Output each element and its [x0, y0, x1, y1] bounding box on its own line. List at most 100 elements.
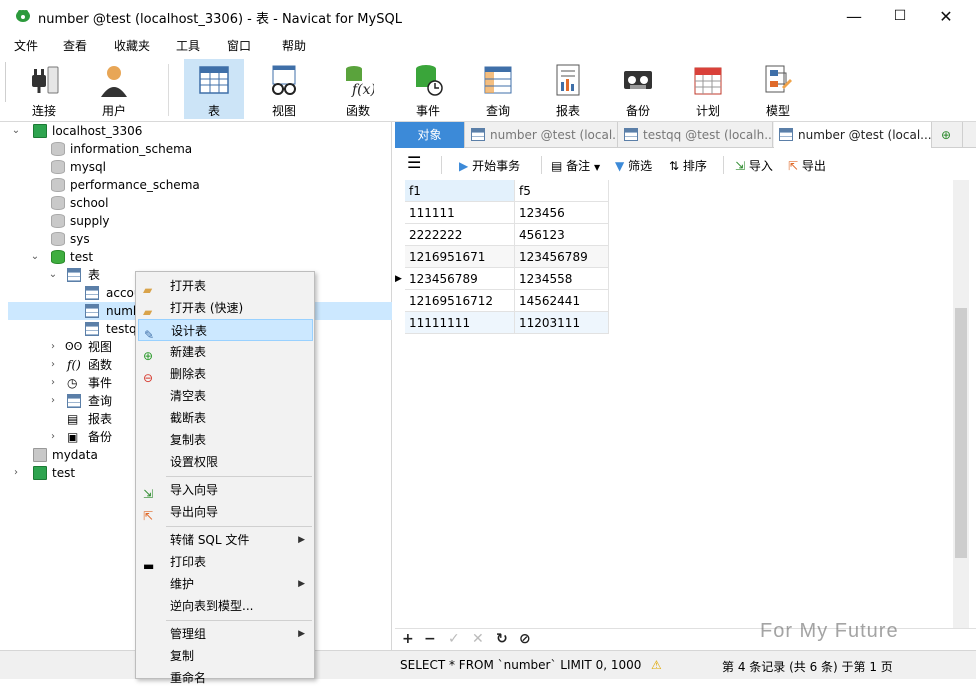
ctx-reverse-to-model[interactable]: 逆向表到模型... [138, 595, 313, 617]
note-button[interactable]: ▤ 备注 ▼ [551, 157, 600, 174]
ctx-import-wizard[interactable]: ⇲ 导入向导 [138, 479, 313, 501]
toolbar-function-button[interactable]: f(x) 函数 [328, 59, 388, 119]
grid-cell[interactable]: 123456 [515, 202, 609, 224]
collapse-arrow-icon[interactable]: ⌄ [10, 122, 22, 140]
toolbar-report-button[interactable]: 报表 [538, 59, 598, 119]
toolbar-model-button[interactable]: 模型 [748, 59, 808, 119]
ctx-manage-group[interactable]: 管理组 ▶ [138, 623, 313, 645]
collapse-arrow-icon[interactable]: ⌄ [47, 266, 59, 284]
ctx-export-wizard[interactable]: ⇱ 导出向导 [138, 501, 313, 523]
tree-db-performance-schema[interactable]: performance_schema [8, 176, 392, 194]
ctx-design-table[interactable]: ✎ 设计表 [138, 319, 313, 342]
ctx-dump-sql[interactable]: 转储 SQL 文件 ▶ [138, 529, 313, 551]
submenu-arrow-icon: ▶ [298, 579, 305, 589]
menu-view[interactable]: 查看 [63, 37, 87, 54]
toolbar-schedule-button[interactable]: 计划 [678, 59, 738, 119]
ctx-open-table[interactable]: ▰ 打开表 [138, 275, 313, 297]
toolbar-table-button[interactable]: 表 [184, 59, 244, 119]
tab-objects[interactable]: 对象 [395, 122, 465, 148]
ctx-open-table-quick[interactable]: ▰ 打开表 (快速) [138, 297, 313, 319]
collapse-arrow-icon[interactable]: ⌄ [29, 248, 41, 266]
menu-favorites[interactable]: 收藏夹 [114, 37, 150, 54]
toolbar-view-button[interactable]: 视图 [254, 59, 314, 119]
minimize-button[interactable]: — [831, 0, 877, 32]
toolbar-query-button[interactable]: 查询 [468, 59, 528, 119]
stop-icon[interactable]: ⊘ [519, 631, 531, 647]
ctx-truncate-table[interactable]: 截断表 [138, 407, 313, 429]
menu-help[interactable]: 帮助 [282, 37, 306, 54]
menu-tools[interactable]: 工具 [176, 37, 200, 54]
grid-cell[interactable]: 1216951671 [405, 246, 515, 268]
grid-cell[interactable]: 14562441 [515, 290, 609, 312]
data-toolbar: ☰ ▶ 开始事务 ▤ 备注 ▼ ▼ 筛选 ⇅ 排序 ⇲ 导入 ⇱ 导出 [395, 150, 976, 180]
grid-cell[interactable]: 11203111 [515, 312, 609, 334]
add-record-icon[interactable]: + [402, 631, 414, 647]
ctx-print-table[interactable]: ▬ 打印表 [138, 551, 313, 573]
menu-file[interactable]: 文件 [14, 37, 38, 54]
scrollbar-thumb[interactable] [955, 308, 967, 558]
menu-window[interactable]: 窗口 [227, 37, 251, 54]
expand-arrow-icon[interactable]: › [47, 338, 59, 356]
sort-button[interactable]: ⇅ 排序 [669, 157, 707, 174]
grid-cell[interactable]: 1234558 [515, 268, 609, 290]
expand-arrow-icon[interactable]: › [47, 374, 59, 392]
filter-button[interactable]: ▼ 筛选 [615, 157, 652, 174]
new-tab-button[interactable]: ⊕ [933, 122, 963, 148]
import-button[interactable]: ⇲ 导入 [735, 157, 773, 174]
discard-icon[interactable]: ✕ [472, 631, 484, 647]
close-button[interactable]: ✕ [923, 0, 969, 32]
expand-arrow-icon[interactable]: › [10, 464, 22, 482]
add-icon: ⊕ [143, 349, 154, 363]
toolbar-backup-button[interactable]: 备份 [608, 59, 668, 119]
tab-number-active[interactable]: number @test (local... [774, 122, 932, 148]
ctx-set-permissions[interactable]: 设置权限 [138, 451, 313, 473]
refresh-icon[interactable]: ↻ [496, 631, 508, 647]
expand-arrow-icon[interactable]: › [47, 356, 59, 374]
expand-arrow-icon[interactable]: › [47, 392, 59, 410]
apply-icon[interactable]: ✓ [448, 631, 460, 647]
tree-db-school[interactable]: school [8, 194, 392, 212]
tree-db-supply[interactable]: supply [8, 212, 392, 230]
ctx-empty-table[interactable]: 清空表 [138, 385, 313, 407]
ctx-copy[interactable]: 复制 [138, 645, 313, 667]
expand-arrow-icon[interactable]: › [47, 428, 59, 446]
tab-testqq[interactable]: testqq @test (localh... [619, 122, 773, 148]
vertical-scrollbar[interactable] [953, 180, 969, 628]
ctx-delete-table[interactable]: ⊖ 删除表 [138, 363, 313, 385]
ctx-rename[interactable]: 重命名 [138, 667, 313, 689]
menu-separator [166, 526, 312, 527]
data-grid[interactable]: f1 f5 111111 123456 2222222 456123 12169… [395, 180, 953, 628]
transaction-icon: ▶ [459, 159, 469, 173]
tree-db-test[interactable]: ⌄ test [8, 248, 392, 266]
begin-transaction-button[interactable]: ▶ 开始事务 [459, 157, 520, 174]
submenu-arrow-icon: ▶ [298, 535, 305, 545]
tree-db-sys[interactable]: sys [8, 230, 392, 248]
grid-cell[interactable]: 123456789 [515, 246, 609, 268]
export-button[interactable]: ⇱ 导出 [788, 157, 826, 174]
menu-lines-icon[interactable]: ☰ [407, 153, 421, 172]
grid-cell[interactable]: 123456789 [405, 268, 515, 290]
ctx-maintain[interactable]: 维护 ▶ [138, 573, 313, 595]
toolbar-connect-button[interactable]: 连接 [14, 59, 74, 119]
ctx-new-table[interactable]: ⊕ 新建表 [138, 341, 313, 363]
delete-record-icon[interactable]: − [424, 631, 436, 647]
maximize-button[interactable]: ☐ [877, 0, 923, 32]
tree-connection-localhost[interactable]: ⌄ localhost_3306 [8, 122, 392, 140]
grid-cell[interactable]: 11111111 [405, 312, 515, 334]
toolbar-label: 视图 [271, 104, 296, 118]
backup-icon [624, 71, 652, 89]
tree-db-information-schema[interactable]: information_schema [8, 140, 392, 158]
grid-cell[interactable]: 111111 [405, 202, 515, 224]
toolbar-divider [723, 156, 724, 174]
column-header-f5[interactable]: f5 [515, 180, 609, 202]
tree-db-mysql[interactable]: mysql [8, 158, 392, 176]
toolbar-user-button[interactable]: 用户 [84, 59, 144, 119]
toolbar-event-button[interactable]: 事件 [398, 59, 458, 119]
column-header-f1[interactable]: f1 [405, 180, 515, 202]
grid-cell[interactable]: 456123 [515, 224, 609, 246]
grid-cell[interactable]: 12169516712 [405, 290, 515, 312]
tab-number-1[interactable]: number @test (local... [466, 122, 618, 148]
toolbar-label: 计划 [695, 104, 720, 118]
grid-cell[interactable]: 2222222 [405, 224, 515, 246]
ctx-copy-table[interactable]: 复制表 [138, 429, 313, 451]
